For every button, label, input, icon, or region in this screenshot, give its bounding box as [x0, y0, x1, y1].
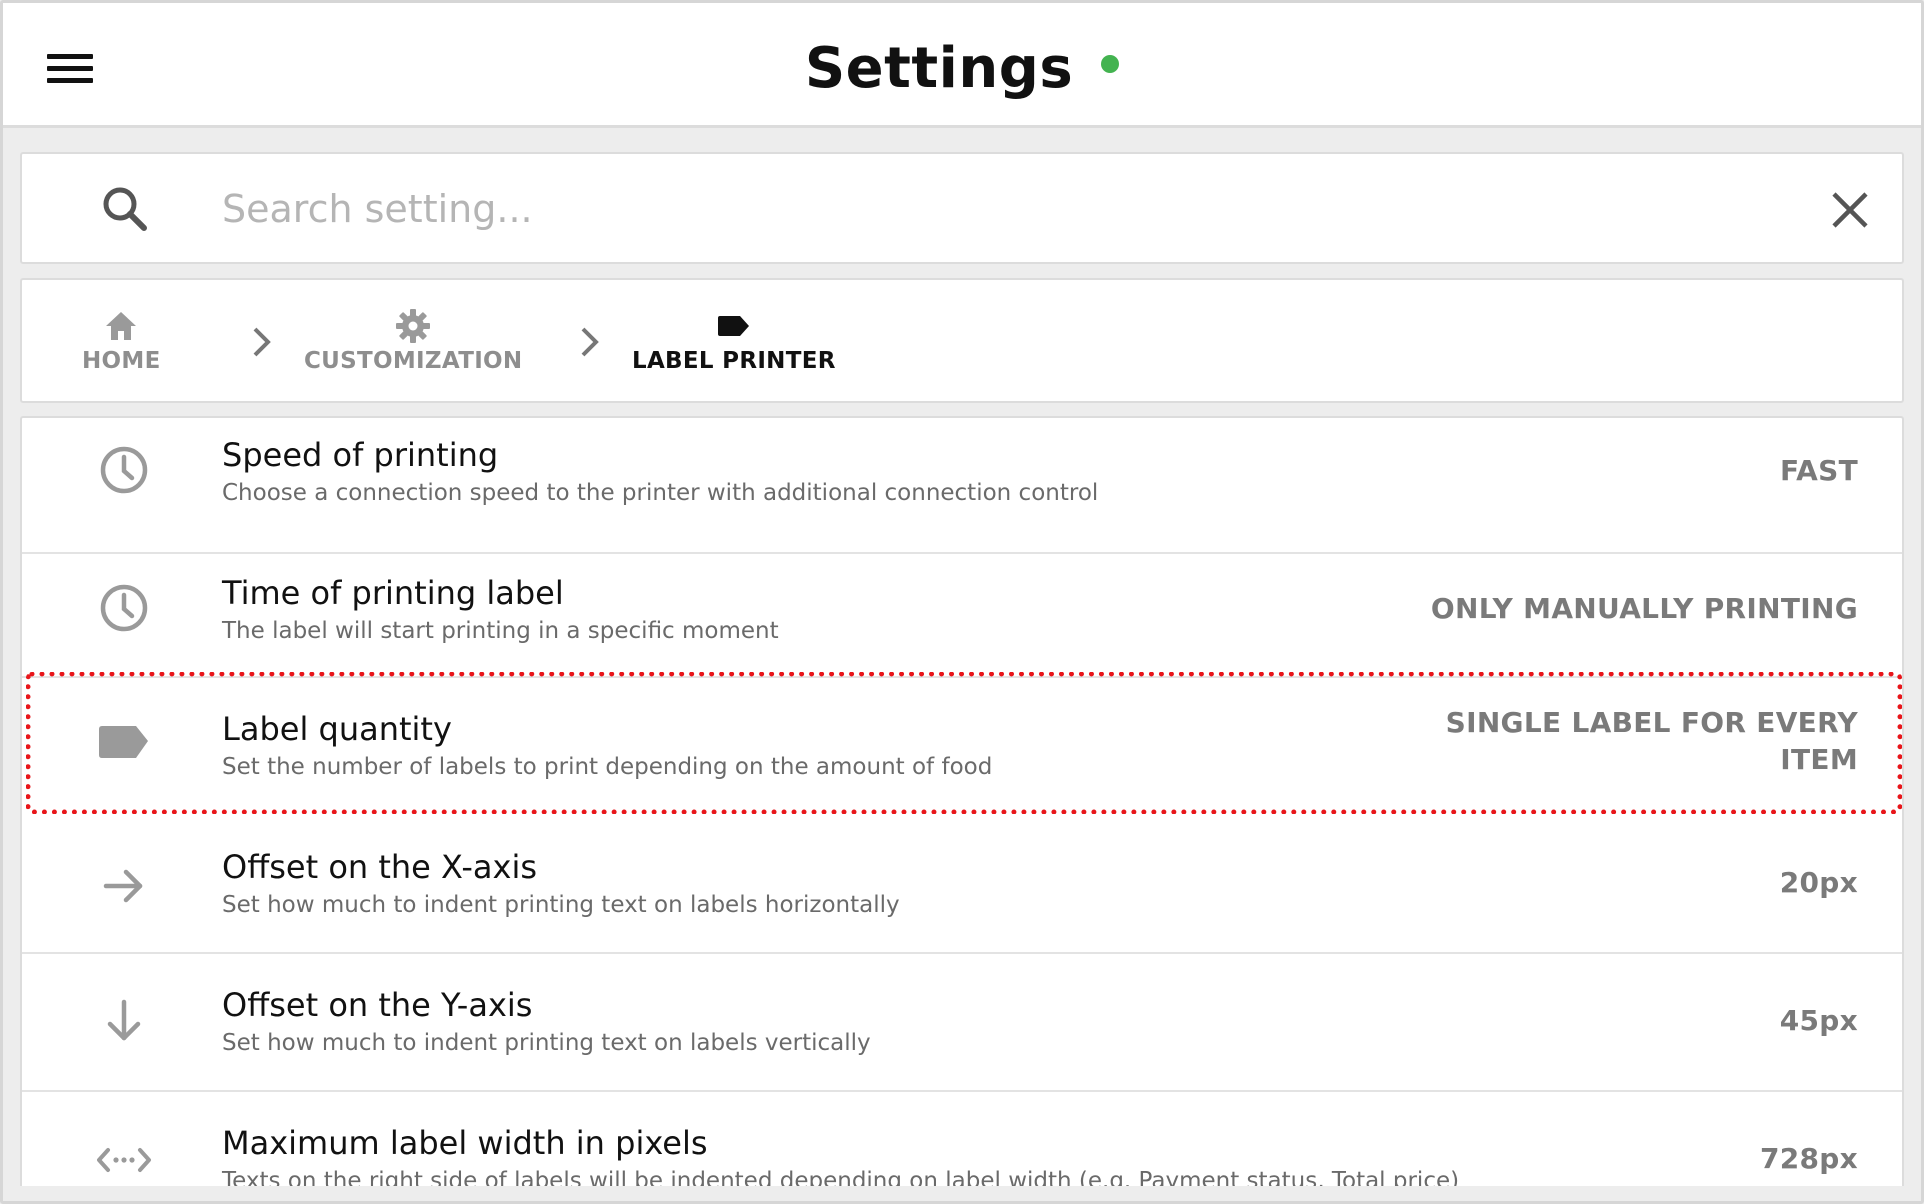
setting-row-speed[interactable]: Speed of printing Choose a connection sp…	[22, 418, 1902, 554]
setting-value: ONLY MANUALLY PRINTING	[1430, 592, 1858, 625]
setting-title: Offset on the X-axis	[222, 848, 538, 886]
chevron-right-icon	[581, 327, 599, 357]
setting-description: Set how much to indent printing text on …	[222, 892, 900, 918]
setting-description: The label will start printing in a speci…	[222, 618, 779, 644]
setting-row-time[interactable]: Time of printing label The label will st…	[22, 540, 1902, 678]
close-icon[interactable]	[1828, 188, 1872, 232]
setting-description: Choose a connection speed to the printer…	[222, 480, 1099, 506]
setting-value: 45px	[1779, 1004, 1858, 1037]
settings-list: Speed of printing Choose a connection sp…	[20, 416, 1904, 1186]
setting-title: Time of printing label	[222, 574, 564, 612]
arrow-right-icon	[103, 869, 143, 903]
setting-description: Texts on the right side of labels will b…	[222, 1168, 1460, 1186]
breadcrumb: HOME CUSTOMIZATION LABEL PRINTER	[20, 278, 1904, 403]
breadcrumb-customization[interactable]: CUSTOMIZATION	[304, 308, 522, 374]
setting-title: Label quantity	[222, 710, 452, 748]
clock-icon	[100, 584, 148, 632]
setting-description: Set how much to indent printing text on …	[222, 1030, 871, 1056]
breadcrumb-home[interactable]: HOME	[82, 308, 161, 374]
breadcrumb-label: CUSTOMIZATION	[304, 348, 523, 374]
setting-value-line: SINGLE LABEL FOR EVERY	[1445, 706, 1858, 739]
label-tag-icon	[717, 316, 749, 336]
clock-icon	[100, 446, 148, 494]
breadcrumb-label-printer[interactable]: LABEL PRINTER	[632, 308, 836, 374]
setting-value: FAST	[1779, 454, 1858, 487]
search-input[interactable]	[222, 176, 1722, 242]
search-icon[interactable]	[98, 182, 154, 238]
app-header: Settings	[3, 3, 1921, 128]
setting-row-max-width[interactable]: Maximum label width in pixels Texts on t…	[22, 1092, 1902, 1186]
label-tag-icon	[99, 726, 148, 758]
setting-description: Set the number of labels to print depend…	[222, 754, 993, 780]
breadcrumb-label: LABEL PRINTER	[632, 348, 836, 374]
setting-value: 728px	[1759, 1142, 1858, 1175]
page-title: Settings	[804, 35, 1074, 101]
chevron-right-icon	[253, 327, 271, 357]
setting-title: Maximum label width in pixels	[222, 1124, 708, 1162]
setting-row-offset-x[interactable]: Offset on the X-axis Set how much to ind…	[22, 816, 1902, 954]
arrow-down-icon	[107, 999, 141, 1041]
gear-icon	[396, 309, 431, 343]
setting-title: Speed of printing	[222, 436, 499, 474]
setting-value-line: ITEM	[1780, 743, 1858, 776]
setting-title: Offset on the Y-axis	[222, 986, 533, 1024]
status-dot	[1101, 55, 1120, 73]
home-icon	[106, 312, 137, 340]
setting-row-label-quantity[interactable]: Label quantity Set the number of labels …	[22, 678, 1902, 816]
search-bar	[20, 152, 1904, 264]
width-arrows-icon	[97, 1148, 151, 1172]
setting-value: SINGLE LABEL FOR EVERY ITEM	[1446, 704, 1858, 778]
setting-value: 20px	[1779, 866, 1858, 899]
breadcrumb-label: HOME	[82, 348, 161, 374]
title-wrap: Settings	[3, 33, 1921, 103]
setting-row-offset-y[interactable]: Offset on the Y-axis Set how much to ind…	[22, 954, 1902, 1092]
